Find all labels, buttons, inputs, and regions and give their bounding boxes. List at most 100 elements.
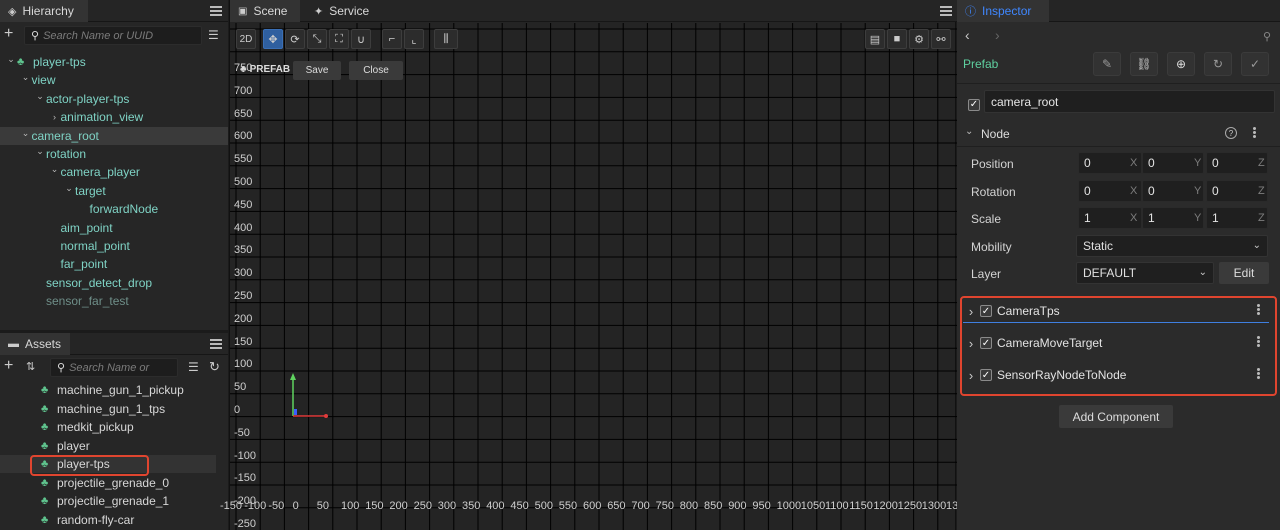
component-row[interactable]: › ✓ SensorRayNodeToNode	[961, 361, 1271, 389]
chevron-right-icon[interactable]: ›	[964, 368, 978, 383]
component-more-icon[interactable]	[1257, 367, 1261, 380]
component-enabled-checkbox[interactable]: ✓	[980, 337, 992, 349]
unlink-prefab-button[interactable]: ⛓	[1130, 52, 1158, 76]
hierarchy-header: ◈ Hierarchy	[0, 0, 228, 22]
chevron-right-icon[interactable]: ›	[49, 112, 61, 122]
component-row[interactable]: › ✓ CameraTps	[961, 297, 1271, 325]
scene-menu-icon[interactable]	[940, 6, 952, 16]
tree-item-label: forwardNode	[89, 202, 159, 217]
layer-edit-button[interactable]: Edit	[1219, 262, 1269, 284]
layer-select[interactable]: DEFAULT ⌄	[1076, 262, 1214, 284]
scale-tool-button[interactable]: ⤡	[307, 29, 327, 49]
x-tick-label: 350	[462, 500, 481, 512]
component-enabled-checkbox[interactable]: ✓	[980, 305, 992, 317]
2d-toggle-button[interactable]: 2D	[236, 29, 256, 49]
hierarchy-search-input[interactable]: ⚲ Search Name or UUID	[24, 26, 202, 45]
apply-prefab-button[interactable]: ✓	[1241, 52, 1269, 76]
chevron-right-icon[interactable]: ›	[964, 304, 978, 319]
local-global-button[interactable]: ⌞	[404, 29, 424, 49]
tab-inspector[interactable]: ⓘ Inspector	[957, 0, 1049, 22]
node-active-checkbox[interactable]: ✓	[968, 96, 985, 111]
tree-item[interactable]: ⌄ ♣ player-tps	[0, 53, 228, 71]
chevron-down-icon[interactable]: ⌄	[34, 91, 46, 102]
y-tick-label: 750	[234, 62, 253, 74]
tab-hierarchy[interactable]: ◈ Hierarchy	[0, 0, 88, 22]
axis-x-label: X	[1130, 212, 1138, 224]
mobility-select[interactable]: Static ⌄	[1076, 235, 1268, 257]
asset-item[interactable]: ♣ random-fly-car	[0, 511, 216, 529]
chevron-down-icon[interactable]: ⌄	[5, 54, 17, 65]
asset-item[interactable]: ♣ projectile_grenade_0	[0, 474, 216, 492]
component-row[interactable]: › ✓ CameraMoveTarget	[961, 329, 1271, 357]
camera-button[interactable]: ■	[887, 29, 907, 49]
list-view-icon[interactable]: ☰	[188, 360, 199, 374]
asset-item-label: medkit_pickup	[57, 420, 134, 434]
tab-scene[interactable]: ▣ Scene	[230, 0, 300, 22]
asset-item[interactable]: ♣ medkit_pickup	[0, 418, 216, 436]
tree-item[interactable]: ⌄ camera_player	[0, 163, 228, 181]
scene-settings-button[interactable]: ⚙	[909, 29, 929, 49]
component-more-icon[interactable]	[1257, 303, 1261, 316]
tree-item[interactable]: › animation_view	[0, 108, 228, 126]
prefab-label: PREFAB	[249, 64, 291, 75]
gizmo-settings-button[interactable]: ⚯	[931, 29, 951, 49]
node-name-input[interactable]: camera_root	[984, 90, 1275, 113]
tree-item[interactable]: normal_point	[0, 237, 228, 255]
tree-item[interactable]: ⌄ view	[0, 71, 228, 89]
edit-prefab-button[interactable]: ✎	[1093, 52, 1121, 76]
prefab-icon: ♣	[41, 439, 49, 452]
revert-prefab-button[interactable]: ↻	[1204, 52, 1232, 76]
move-tool-button[interactable]: ✥	[263, 29, 283, 49]
chevron-right-icon[interactable]: ›	[964, 336, 978, 351]
folder-icon: ▬	[8, 338, 19, 350]
close-button[interactable]: Close	[349, 61, 403, 80]
forward-icon[interactable]: ›	[995, 27, 1000, 43]
tree-item[interactable]: ⌄ camera_root	[0, 126, 228, 145]
pin-icon[interactable]: ⚲	[1263, 30, 1271, 43]
tree-item[interactable]: forwardNode	[0, 200, 228, 218]
hierarchy-menu-icon[interactable]	[210, 6, 222, 16]
tab-service[interactable]: ✦ Service	[306, 0, 386, 22]
rect-tool-button[interactable]: ⛶	[329, 29, 349, 49]
chevron-down-icon[interactable]: ⌄	[63, 183, 75, 194]
view-layout-button[interactable]: ▤	[865, 29, 885, 49]
back-icon[interactable]: ‹	[965, 27, 970, 43]
tree-item[interactable]: ⌄ target	[0, 182, 228, 200]
magnet-tool-button[interactable]: ∪	[351, 29, 371, 49]
asset-item[interactable]: ♣ machine_gun_1_tps	[0, 400, 216, 418]
scene-grid[interactable]	[230, 23, 957, 530]
assets-search-input[interactable]: ⚲ Search Name or	[50, 358, 178, 377]
assets-menu-icon[interactable]	[210, 339, 222, 349]
snap-button[interactable]: ⫼	[434, 29, 458, 49]
tree-item[interactable]: sensor_far_test	[0, 292, 228, 310]
chevron-down-icon[interactable]: ⌄	[49, 164, 61, 175]
save-button[interactable]: Save	[293, 61, 341, 80]
chevron-down-icon[interactable]: ⌄	[20, 128, 32, 139]
add-component-button[interactable]: Add Component	[1059, 405, 1173, 428]
pivot-button[interactable]: ⌐	[382, 29, 402, 49]
sort-icon[interactable]: ⇅	[26, 360, 35, 373]
component-more-icon[interactable]	[1257, 335, 1261, 348]
help-icon[interactable]: ?	[1225, 127, 1237, 139]
chevron-down-icon[interactable]: ⌄	[34, 146, 46, 157]
component-enabled-checkbox[interactable]: ✓	[980, 369, 992, 381]
rotate-tool-button[interactable]: ⟳	[285, 29, 305, 49]
tree-item[interactable]: far_point	[0, 255, 228, 273]
tree-item[interactable]: aim_point	[0, 219, 228, 237]
node-collapse-icon[interactable]: ⌄	[965, 126, 973, 137]
asset-item[interactable]: ♣ player	[0, 437, 216, 455]
tree-item[interactable]: ⌄ rotation	[0, 145, 228, 163]
chevron-down-icon[interactable]: ⌄	[20, 72, 32, 83]
tab-assets[interactable]: ▬ Assets	[0, 333, 70, 355]
asset-item[interactable]: ♣ machine_gun_1_pickup	[0, 381, 216, 399]
add-asset-icon[interactable]: +	[4, 358, 13, 374]
node-more-icon[interactable]	[1253, 126, 1257, 139]
asset-item[interactable]: ♣ projectile_grenade_1	[0, 492, 216, 510]
tree-item[interactable]: sensor_detect_drop	[0, 274, 228, 292]
tree-item[interactable]: ⌄ actor-player-tps	[0, 90, 228, 108]
locate-prefab-button[interactable]: ⊕	[1167, 52, 1195, 76]
list-view-icon[interactable]: ☰	[208, 28, 219, 42]
refresh-icon[interactable]: ↻	[209, 359, 220, 375]
assets-search-placeholder: Search Name or	[69, 361, 150, 374]
add-node-icon[interactable]: +	[4, 26, 13, 42]
